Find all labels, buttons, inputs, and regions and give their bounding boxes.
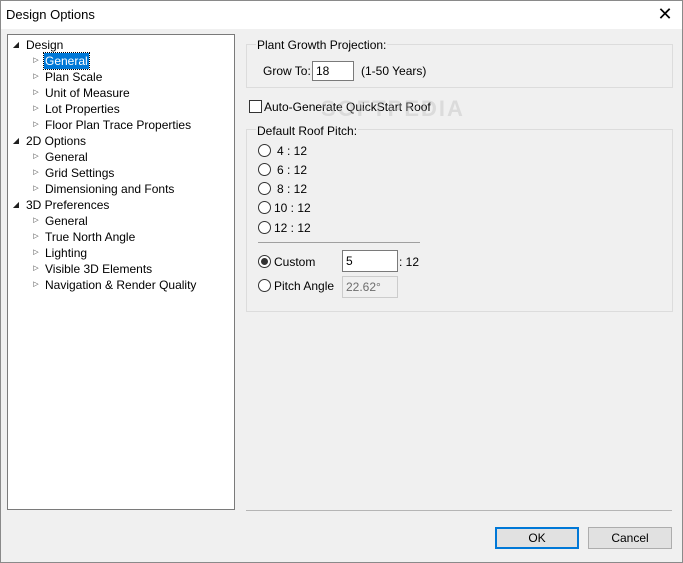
collapsed-arrow-icon[interactable]: ▷ (31, 277, 41, 293)
tree-item[interactable]: ▷ Plan Scale (8, 69, 232, 85)
tree-item-label: Unit of Measure (45, 86, 130, 100)
expanded-arrow-icon[interactable]: ◢ (11, 197, 21, 213)
tree-category[interactable]: ◢ Design (8, 37, 232, 53)
collapsed-arrow-icon[interactable]: ▷ (31, 245, 41, 261)
pitch-8-12-radio[interactable] (258, 182, 271, 195)
pitch-6-12-label: 6 : 12 (277, 163, 308, 177)
collapsed-arrow-icon[interactable]: ▷ (31, 149, 41, 165)
tree-item[interactable]: ▷ Visible 3D Elements (8, 261, 232, 277)
tree-item[interactable]: ▷ Grid Settings (8, 165, 232, 181)
tree-item-label: Grid Settings (45, 166, 115, 180)
pitch-6-12-radio[interactable] (258, 163, 271, 176)
custom-pitch-label: Custom (274, 255, 316, 269)
grow-to-input[interactable] (312, 61, 354, 81)
tree-item[interactable]: ▷ General (8, 213, 232, 229)
close-icon: ✕ (657, 3, 673, 24)
collapsed-arrow-icon[interactable]: ▷ (31, 181, 41, 197)
ok-button[interactable]: OK (495, 527, 579, 549)
pitch-4-12-label: 4 : 12 (277, 144, 308, 158)
custom-pitch-suffix: : 12 (399, 255, 420, 269)
roof-pitch-separator (258, 242, 420, 243)
tree-item[interactable]: ▷ Dimensioning and Fonts (8, 181, 232, 197)
tree-item[interactable]: ▷ Navigation & Render Quality (8, 277, 232, 293)
custom-pitch-input[interactable] (342, 250, 398, 272)
tree-item-label: True North Angle (45, 230, 136, 244)
collapsed-arrow-icon[interactable]: ▷ (31, 261, 41, 277)
tree-item[interactable]: ▷ Unit of Measure (8, 85, 232, 101)
tree-item-label: Dimensioning and Fonts (45, 182, 175, 196)
tree-item[interactable]: ▷ True North Angle (8, 229, 232, 245)
plant-growth-title: Plant Growth Projection: (256, 38, 388, 52)
softpedia-watermark: SOFTPEDIA (321, 96, 465, 121)
tree-item-label: 2D Options (26, 134, 87, 148)
pitch-angle-radio[interactable] (258, 279, 271, 292)
pitch-12-12-label: 12 : 12 (274, 221, 311, 235)
grow-to-range-hint: (1-50 Years) (361, 64, 427, 78)
design-options-dialog: Design Options ✕ ◢ Design ▷ General ▷ Plan Sc… (0, 0, 683, 563)
pitch-10-12-label: 10 : 12 (274, 201, 311, 215)
window-title: Design Options (6, 7, 95, 22)
tree-item-label: Floor Plan Trace Properties (45, 118, 192, 132)
pitch-12-12-radio[interactable] (258, 221, 271, 234)
pitch-angle-input (342, 276, 398, 298)
collapsed-arrow-icon[interactable]: ▷ (31, 85, 41, 101)
tree-item[interactable]: ▷ Lighting (8, 245, 232, 261)
pitch-4-12-radio[interactable] (258, 144, 271, 157)
tree-item-label: General (45, 150, 88, 164)
collapsed-arrow-icon[interactable]: ▷ (31, 53, 41, 69)
custom-pitch-radio[interactable] (258, 255, 271, 268)
tree-item[interactable]: ▷ Floor Plan Trace Properties (8, 117, 232, 133)
pitch-8-12-label: 8 : 12 (277, 182, 308, 196)
grow-to-label: Grow To: (263, 64, 311, 78)
collapsed-arrow-icon[interactable]: ▷ (31, 229, 41, 245)
tree-category[interactable]: ◢ 3D Preferences (8, 197, 232, 213)
bottom-separator (246, 510, 672, 511)
tree-item-label: Design (26, 38, 64, 52)
expanded-arrow-icon[interactable]: ◢ (11, 37, 21, 53)
tree-item-label: Plan Scale (45, 70, 103, 84)
tree-item-label: Lighting (45, 246, 88, 260)
tree-item-label: Visible 3D Elements (45, 262, 153, 276)
collapsed-arrow-icon[interactable]: ▷ (31, 165, 41, 181)
close-button[interactable]: ✕ (648, 1, 682, 27)
cancel-button[interactable]: Cancel (588, 527, 672, 549)
tree-item-label: General (45, 214, 88, 228)
tree-item-label: General (43, 52, 90, 70)
pitch-10-12-radio[interactable] (258, 201, 271, 214)
collapsed-arrow-icon[interactable]: ▷ (31, 69, 41, 85)
quickstart-roof-checkbox[interactable] (249, 100, 262, 113)
tree-item[interactable]: ▷ General (8, 149, 232, 165)
collapsed-arrow-icon[interactable]: ▷ (31, 101, 41, 117)
pitch-angle-label: Pitch Angle (274, 279, 335, 293)
tree-item-label: 3D Preferences (26, 198, 110, 212)
tree-item-label: Lot Properties (45, 102, 120, 116)
tree-item[interactable]: ▷ General (8, 52, 232, 70)
tree-item-label: Navigation & Render Quality (45, 278, 197, 292)
expanded-arrow-icon[interactable]: ◢ (11, 133, 21, 149)
options-tree[interactable]: ◢ Design ▷ General ▷ Plan Scale ▷ Unit of Measu… (7, 34, 235, 510)
tree-item[interactable]: ▷ Lot Properties (8, 101, 232, 117)
collapsed-arrow-icon[interactable]: ▷ (31, 213, 41, 229)
tree-category[interactable]: ◢ 2D Options (8, 133, 232, 149)
title-bar: Design Options ✕ (1, 1, 682, 29)
collapsed-arrow-icon[interactable]: ▷ (31, 117, 41, 133)
roof-pitch-title: Default Roof Pitch: (256, 124, 359, 138)
